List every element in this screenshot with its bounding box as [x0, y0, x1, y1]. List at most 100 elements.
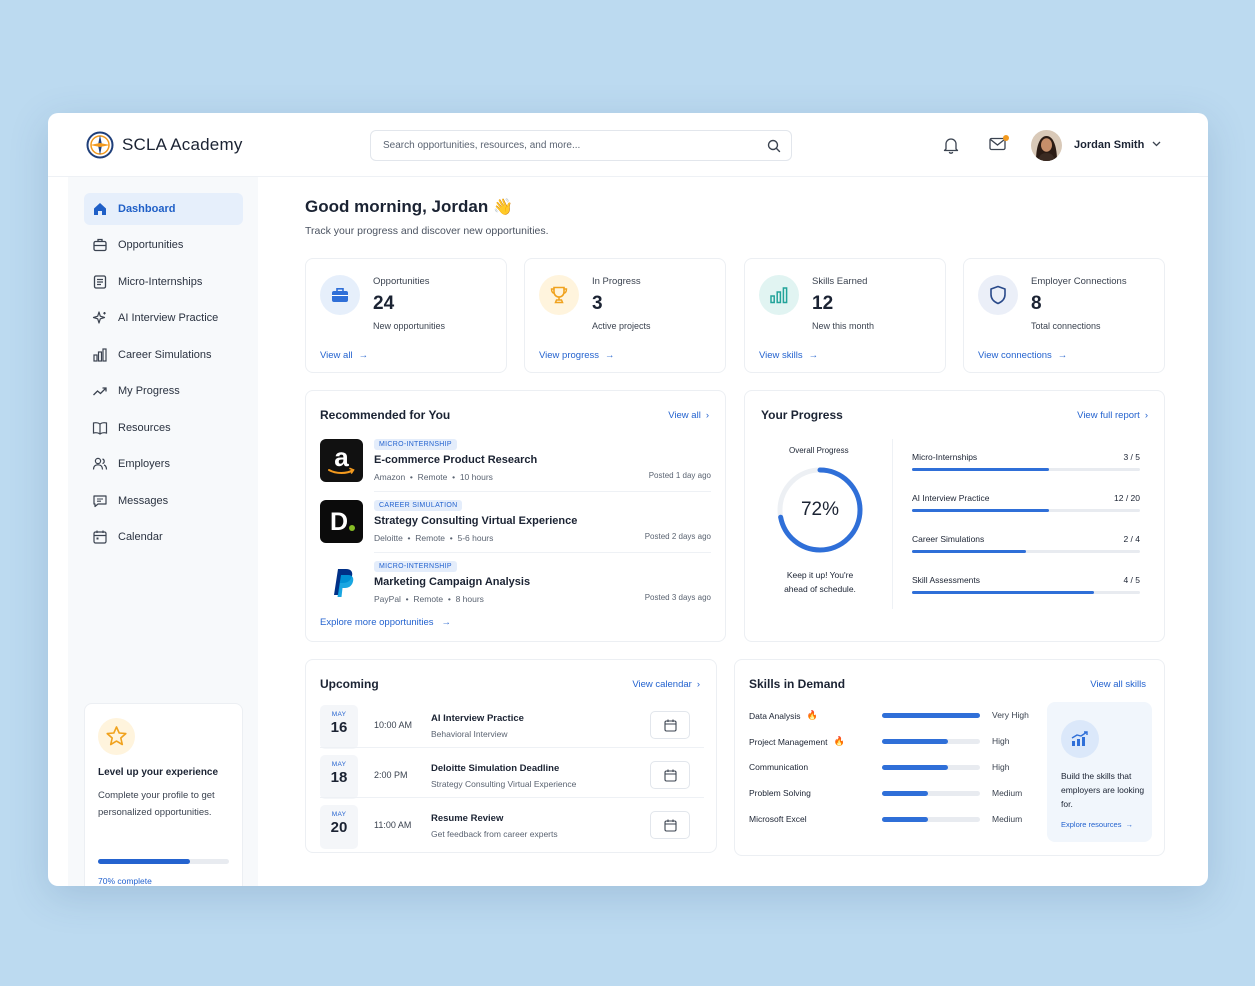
skill-row: Project Management 🔥 High	[749, 736, 1039, 756]
add-to-calendar-button[interactable]	[650, 761, 690, 789]
company: Amazon	[374, 472, 406, 482]
divider	[374, 491, 711, 492]
add-to-calendar-button[interactable]	[650, 811, 690, 839]
arrow-right-icon: →	[1125, 820, 1133, 829]
sidebar-item-resources[interactable]: Resources	[84, 412, 243, 444]
stat-label: Skills Earned	[812, 276, 868, 287]
shield-icon	[978, 275, 1018, 315]
skill-demand-bar	[882, 765, 980, 770]
skill-level: High	[992, 736, 1010, 746]
event-subtitle: Get feedback from career experts	[431, 829, 558, 839]
sidebar-item-dashboard[interactable]: Dashboard	[84, 193, 243, 225]
bell-icon[interactable]	[943, 137, 959, 154]
progress-fill	[912, 550, 1026, 553]
progress-card: Your Progress View full report › Overall …	[744, 390, 1165, 642]
search-icon[interactable]	[767, 139, 781, 153]
event-date: MAY 18	[320, 755, 358, 799]
work-mode: Remote	[413, 594, 444, 604]
view-all-skills-link[interactable]: View all skills	[1090, 679, 1146, 690]
sidebar-item-opportunities[interactable]: Opportunities	[84, 229, 243, 261]
explore-more-link[interactable]: Explore more opportunities →	[320, 617, 451, 628]
link-label: View progress	[539, 350, 600, 361]
list-item[interactable]: D CAREER SIMULATION Strategy Consulting …	[320, 500, 711, 552]
stat-label: Employer Connections	[1031, 276, 1127, 287]
event-title[interactable]: AI Interview Practice	[431, 713, 524, 724]
sidebar-item-career-simulations[interactable]: Career Simulations	[84, 339, 243, 371]
event-day: 18	[330, 769, 348, 786]
event-item[interactable]: MAY 20 11:00 AM Resume Review Get feedbac…	[320, 805, 690, 853]
stat-value: 12	[812, 293, 834, 314]
event-time: 10:00 AM	[374, 720, 413, 730]
view-connections-link[interactable]: View connections →	[978, 350, 1067, 361]
trend-icon	[93, 387, 107, 396]
event-day: 16	[330, 719, 348, 736]
skill-row: Data Analysis 🔥 Very High	[749, 710, 1039, 730]
event-item[interactable]: MAY 18 2:00 PM Deloitte Simulation Deadli…	[320, 755, 690, 803]
stat-sub: Active projects	[592, 321, 651, 331]
wave-emoji-icon: 👋	[492, 199, 513, 216]
stat-card-opportunities: Opportunities 24 New opportunities View …	[305, 258, 507, 373]
opportunity-title[interactable]: Strategy Consulting Virtual Experience	[374, 515, 577, 527]
progress-row: Micro-Internships 3 / 5	[912, 452, 1140, 482]
stat-card-skills-earned: Skills Earned 12 New this month View ski…	[744, 258, 946, 373]
view-calendar-link[interactable]: View calendar ›	[632, 679, 700, 690]
work-mode: Remote	[417, 472, 448, 482]
view-progress-link[interactable]: View progress →	[539, 350, 615, 361]
sidebar-item-calendar[interactable]: Calendar	[84, 521, 243, 553]
progress-row: AI Interview Practice 12 / 20	[912, 493, 1140, 523]
stat-value: 3	[592, 293, 603, 314]
avatar[interactable]	[1031, 130, 1062, 161]
search-box[interactable]	[370, 130, 792, 161]
upcoming-card: Upcoming View calendar › MAY 16 10:00 AM A…	[305, 659, 717, 853]
view-all-opportunities-link[interactable]: View all →	[320, 350, 368, 361]
bar-chart-icon	[93, 348, 107, 362]
event-date: MAY 20	[320, 805, 358, 849]
explore-resources-link[interactable]: Explore resources →	[1061, 820, 1133, 829]
event-item[interactable]: MAY 16 10:00 AM AI Interview Practice Beh…	[320, 705, 690, 753]
calendar-icon	[663, 819, 677, 832]
stat-sub: New opportunities	[373, 321, 446, 331]
opportunity-title[interactable]: Marketing Campaign Analysis	[374, 576, 530, 588]
profile-progress-label[interactable]: 70% complete	[98, 876, 152, 886]
star-icon	[98, 718, 135, 755]
sidebar-item-employers[interactable]: Employers	[84, 448, 243, 480]
sidebar-item-label: Dashboard	[118, 203, 176, 215]
calendar-icon	[93, 530, 107, 544]
view-skills-link[interactable]: View skills →	[759, 350, 818, 361]
compass-logo-icon[interactable]	[86, 131, 114, 159]
sidebar-item-ai-interview-practice[interactable]: AI Interview Practice	[84, 302, 243, 334]
add-to-calendar-button[interactable]	[650, 711, 690, 739]
progress-bar	[912, 591, 1140, 594]
sidebar-item-micro-internships[interactable]: Micro-Internships	[84, 266, 243, 298]
progress-name: AI Interview Practice	[912, 493, 990, 503]
user-name[interactable]: Jordan Smith	[1074, 139, 1144, 151]
opportunity-meta: Amazon • Remote • 10 hours	[374, 472, 493, 482]
event-title[interactable]: Resume Review	[431, 813, 503, 824]
sidebar-item-label: Career Simulations	[118, 349, 212, 361]
card-title: Upcoming	[320, 677, 379, 691]
flame-icon: 🔥	[833, 736, 845, 746]
chevron-down-icon[interactable]	[1152, 141, 1161, 147]
calendar-icon	[663, 769, 677, 782]
briefcase-icon	[320, 275, 360, 315]
stat-label: In Progress	[592, 276, 641, 287]
view-all-recommended-link[interactable]: View all ›	[668, 410, 709, 421]
search-input[interactable]	[383, 131, 753, 160]
sidebar-item-my-progress[interactable]: My Progress	[84, 375, 243, 407]
flame-icon: 🔥	[806, 710, 818, 720]
opportunity-title[interactable]: E-commerce Product Research	[374, 454, 537, 466]
card-title: Skills in Demand	[749, 677, 846, 691]
view-full-report-link[interactable]: View full report ›	[1077, 410, 1148, 421]
progress-count: 2 / 4	[1123, 534, 1140, 544]
divider	[892, 439, 893, 609]
brand-name[interactable]: SCLA Academy	[122, 135, 243, 155]
sidebar-item-label: Micro-Internships	[118, 276, 203, 288]
event-title[interactable]: Deloitte Simulation Deadline	[431, 763, 559, 774]
promo-title: Level up your experience	[98, 767, 219, 778]
list-item[interactable]: a MICRO-INTERNSHIP E-commerce Product Re…	[320, 439, 711, 491]
skills-promo-text: Build the skills that employers are look…	[1061, 771, 1145, 809]
progress-name: Career Simulations	[912, 534, 985, 544]
event-subtitle: Strategy Consulting Virtual Experience	[431, 779, 577, 789]
sidebar-item-messages[interactable]: Messages	[84, 485, 243, 517]
list-item[interactable]: MICRO-INTERNSHIP Marketing Campaign Anal…	[320, 561, 711, 613]
